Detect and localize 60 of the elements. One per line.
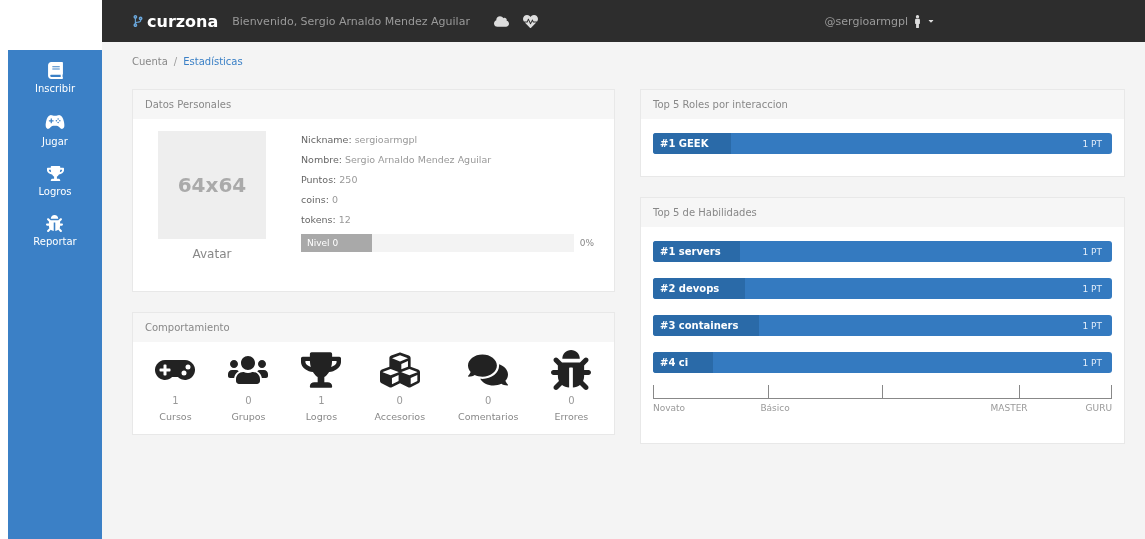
stat-label: Comentarios (458, 411, 519, 422)
sidebar-item[interactable]: Logros (38, 165, 72, 197)
progress-reading: 0% (579, 238, 594, 248)
stat-count: 0 (396, 395, 403, 406)
profile-field: Puntos: 250 (301, 174, 594, 185)
stat-count: 0 (485, 395, 492, 406)
stat-count: 1 (318, 395, 325, 406)
bar-label: #1 GEEK (653, 133, 731, 154)
bar-value: 1 PT (1082, 138, 1102, 149)
breadcrumb-link[interactable]: Estadísticas (183, 56, 243, 67)
stat-count: 0 (568, 395, 575, 406)
scale-label: Novato (653, 403, 686, 413)
sidebar-item[interactable]: Inscribir (34, 62, 76, 94)
avatar-caption: Avatar (192, 247, 232, 261)
card-title: Top 5 Roles por interaccion (641, 90, 1124, 119)
trophy-icon (301, 350, 342, 390)
bar-label: #4 ci (653, 352, 713, 373)
stat-count: 0 (245, 395, 252, 406)
avatar-image: 64x64 (158, 131, 266, 239)
bug-icon (551, 350, 592, 390)
stat-label: Logros (305, 411, 338, 422)
stat-label: Cursos (159, 411, 192, 422)
logo-icon (132, 15, 144, 27)
cloud-icon[interactable] (493, 13, 509, 29)
stat-label: Errores (554, 411, 589, 422)
cubes-icon (379, 350, 420, 390)
stat-count: 1 (172, 395, 179, 406)
bar-label: #2 devops (653, 278, 745, 299)
bug-icon (46, 215, 64, 232)
profile-field: Nombre: Sergio Arnaldo Mendez Aguilar (301, 154, 594, 165)
scale-label: GURU (1085, 403, 1112, 413)
book-icon (46, 62, 64, 79)
sidebar-item[interactable]: Jugar (42, 112, 68, 147)
sidebar-item[interactable]: Reportar (33, 215, 77, 247)
card-title: Datos Personales (133, 90, 614, 119)
caret-icon (927, 17, 935, 25)
bar-label: #1 servers (653, 241, 741, 262)
progress-fill: Nivel 0 (301, 234, 372, 252)
profile-field: coins: 0 (301, 194, 594, 205)
breadcrumb-separator: / (173, 56, 178, 67)
card-title: Top 5 de Habilidades (641, 198, 1124, 227)
profile-field: tokens: 12 (301, 214, 594, 225)
breadcrumb-link[interactable]: Cuenta (132, 56, 168, 67)
brand-logo[interactable]: curzona (132, 11, 219, 31)
welcome-text: Bienvenido, Sergio Arnaldo Mendez Aguilar (232, 14, 470, 28)
scale-label: Básico (760, 403, 790, 413)
scale-label: MASTER (990, 403, 1028, 413)
bar-value: 1 PT (1082, 357, 1102, 368)
stat-label: Accesorios (374, 411, 426, 422)
user-menu[interactable]: @sergioarmgpl (824, 14, 935, 28)
profile-field: Nickname: sergioarmgpl (301, 134, 594, 145)
bar-value: 1 PT (1082, 246, 1102, 257)
stat-label: Grupos (231, 411, 266, 422)
trophy-icon (46, 165, 64, 182)
bar-value: 1 PT (1082, 320, 1102, 331)
heartbeat-icon[interactable] (522, 13, 538, 29)
card-title: Comportamiento (133, 313, 614, 342)
bar-value: 1 PT (1082, 283, 1102, 294)
bar-label: #3 containers (653, 315, 759, 336)
gamepad-icon (45, 112, 65, 132)
